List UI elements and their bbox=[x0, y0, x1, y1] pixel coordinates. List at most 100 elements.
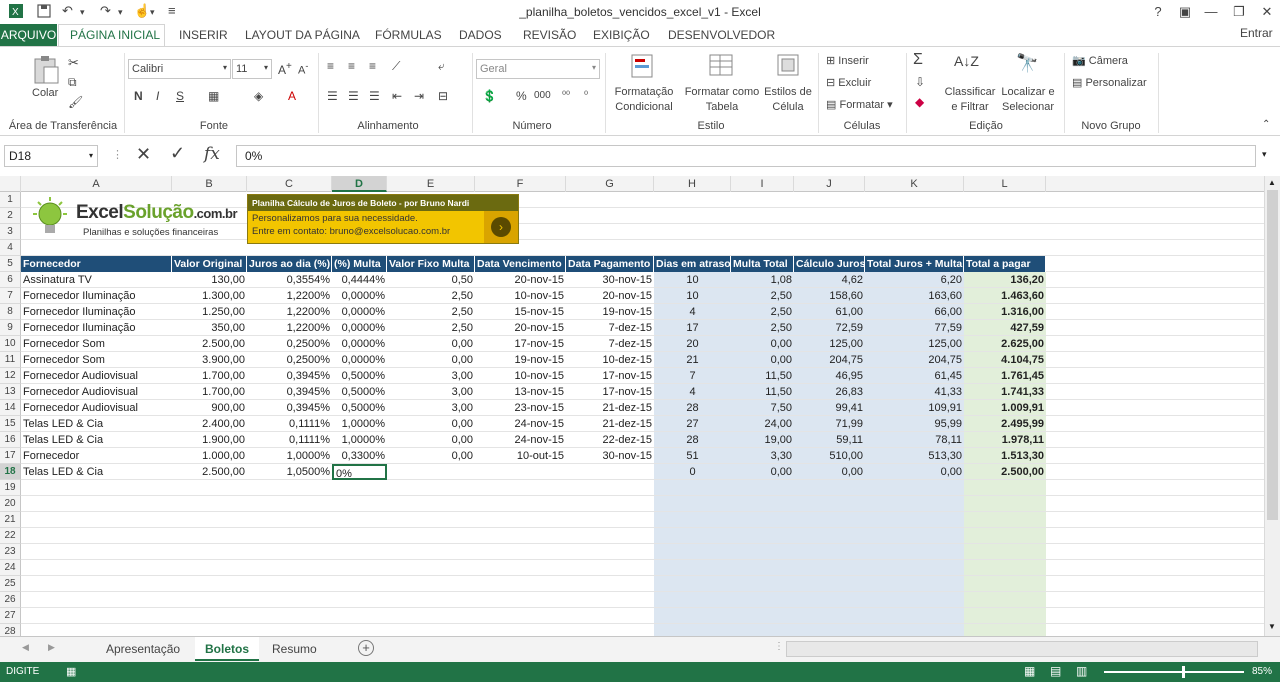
table-header-cell[interactable]: Juros ao dia (%) bbox=[247, 256, 332, 272]
table-cell[interactable]: 427,59 bbox=[964, 320, 1046, 336]
comma-style-button[interactable]: 000 bbox=[534, 90, 551, 101]
table-cell[interactable]: 130,00 bbox=[172, 272, 247, 288]
table-cell[interactable]: 10-nov-15 bbox=[475, 368, 566, 384]
table-cell[interactable]: 27 bbox=[654, 416, 731, 432]
table-cell[interactable]: 1.700,00 bbox=[172, 368, 247, 384]
row-header[interactable]: 11 bbox=[0, 352, 21, 368]
table-cell[interactable]: 0,1111% bbox=[247, 432, 332, 448]
table-cell[interactable]: 2.500,00 bbox=[172, 336, 247, 352]
table-cell[interactable]: 21 bbox=[654, 352, 731, 368]
row-header[interactable]: 24 bbox=[0, 560, 21, 576]
table-cell[interactable]: 1.700,00 bbox=[172, 384, 247, 400]
percent-style-button[interactable]: % bbox=[516, 89, 527, 103]
table-cell[interactable]: 0,00 bbox=[387, 432, 475, 448]
table-cell[interactable]: 19,00 bbox=[731, 432, 794, 448]
next-sheet-icon[interactable]: ▶ bbox=[48, 642, 55, 653]
font-color-icon[interactable]: A bbox=[288, 89, 296, 103]
table-cell[interactable]: 17 bbox=[654, 320, 731, 336]
contact-banner[interactable]: Planilha Cálculo de Juros de Boleto - po… bbox=[247, 194, 519, 244]
expand-formula-bar-icon[interactable]: ▾ bbox=[1262, 149, 1267, 160]
customize-button[interactable]: ▤ Personalizar bbox=[1072, 76, 1147, 89]
table-cell[interactable]: 13-nov-15 bbox=[475, 384, 566, 400]
table-cell[interactable]: 0,5000% bbox=[332, 384, 387, 400]
row-header[interactable]: 16 bbox=[0, 432, 21, 448]
column-header-j[interactable]: J bbox=[794, 176, 865, 192]
autosum-icon[interactable]: Σ bbox=[913, 51, 923, 69]
table-header-cell[interactable]: Data Pagamento bbox=[566, 256, 654, 272]
borders-icon[interactable]: ▦ bbox=[208, 89, 219, 103]
table-cell[interactable]: 2,50 bbox=[731, 288, 794, 304]
font-size-select[interactable]: 11 ▾ bbox=[232, 59, 272, 79]
column-header-g[interactable]: G bbox=[566, 176, 654, 192]
accounting-format-icon[interactable]: 💲 bbox=[482, 89, 497, 103]
page-break-view-icon[interactable]: ▥ bbox=[1076, 664, 1087, 678]
table-cell[interactable]: 71,99 bbox=[794, 416, 865, 432]
table-cell[interactable]: 7-dez-15 bbox=[566, 320, 654, 336]
banner-arrow-button[interactable]: › bbox=[484, 211, 518, 243]
row-header[interactable]: 23 bbox=[0, 544, 21, 560]
tab-page-layout[interactable]: LAYOUT DA PÁGINA bbox=[245, 28, 360, 42]
table-cell[interactable]: 1,0500% bbox=[247, 464, 332, 480]
table-cell[interactable]: 10-nov-15 bbox=[475, 288, 566, 304]
row-header[interactable]: 13 bbox=[0, 384, 21, 400]
table-cell[interactable]: 2.625,00 bbox=[964, 336, 1046, 352]
format-as-table-label[interactable]: Formatar como bbox=[682, 86, 762, 98]
find-select-icon[interactable]: 🔭 bbox=[1016, 53, 1038, 74]
table-cell[interactable]: 2.495,99 bbox=[964, 416, 1046, 432]
table-cell[interactable]: 28 bbox=[654, 400, 731, 416]
table-cell[interactable]: 1.000,00 bbox=[172, 448, 247, 464]
table-cell[interactable]: 0,00 bbox=[387, 352, 475, 368]
formula-input[interactable]: 0% bbox=[236, 145, 1256, 167]
clear-icon[interactable]: ◆ bbox=[915, 95, 924, 109]
format-painter-icon[interactable]: 🖌 bbox=[68, 95, 83, 109]
table-cell[interactable]: 3,00 bbox=[387, 384, 475, 400]
conditional-formatting-icon[interactable] bbox=[630, 53, 656, 82]
table-cell[interactable]: Fornecedor Audiovisual bbox=[21, 368, 172, 384]
table-cell[interactable]: 61,45 bbox=[865, 368, 964, 384]
collapse-ribbon-icon[interactable]: ⌃ bbox=[1262, 119, 1270, 130]
table-cell[interactable]: 1,2200% bbox=[247, 304, 332, 320]
table-cell[interactable]: 28 bbox=[654, 432, 731, 448]
row-header[interactable]: 5 bbox=[0, 256, 21, 272]
format-as-table-label-2[interactable]: Tabela bbox=[682, 101, 762, 113]
zoom-slider-thumb[interactable] bbox=[1182, 666, 1185, 678]
row-header[interactable]: 21 bbox=[0, 512, 21, 528]
table-cell[interactable]: 30-nov-15 bbox=[566, 272, 654, 288]
column-header-h[interactable]: H bbox=[654, 176, 731, 192]
table-cell[interactable]: 17-nov-15 bbox=[566, 368, 654, 384]
cell-styles-label-2[interactable]: Célula bbox=[760, 101, 816, 113]
table-cell[interactable]: 24-nov-15 bbox=[475, 432, 566, 448]
table-cell[interactable] bbox=[387, 464, 475, 480]
scroll-up-icon[interactable]: ▲ bbox=[1268, 178, 1276, 187]
increase-decimal-icon[interactable]: ⁰⁰ bbox=[562, 90, 570, 101]
table-cell[interactable]: 3.900,00 bbox=[172, 352, 247, 368]
conditional-formatting-label-2[interactable]: Condicional bbox=[611, 101, 677, 113]
table-header-cell[interactable]: Valor Original bbox=[172, 256, 247, 272]
close-icon[interactable]: ✕ bbox=[1254, 2, 1280, 22]
table-cell[interactable]: 66,00 bbox=[865, 304, 964, 320]
table-cell[interactable]: 0,00 bbox=[731, 352, 794, 368]
table-cell[interactable]: 20-nov-15 bbox=[475, 320, 566, 336]
table-header-cell[interactable]: Cálculo Juros bbox=[794, 256, 865, 272]
grow-font-icon[interactable]: A+ bbox=[278, 61, 292, 77]
table-cell[interactable]: 95,99 bbox=[865, 416, 964, 432]
fill-color-icon[interactable]: ◈ bbox=[254, 89, 263, 103]
table-cell[interactable]: Fornecedor bbox=[21, 448, 172, 464]
table-cell[interactable]: 1.900,00 bbox=[172, 432, 247, 448]
table-cell[interactable]: 30-nov-15 bbox=[566, 448, 654, 464]
tab-formulas[interactable]: FÓRMULAS bbox=[375, 28, 442, 42]
align-left-icon[interactable]: ☰ bbox=[327, 89, 338, 103]
row-header[interactable]: 2 bbox=[0, 208, 21, 224]
table-cell[interactable]: 0,00 bbox=[731, 464, 794, 480]
insert-cells-button[interactable]: ⊞ Inserir bbox=[826, 54, 869, 67]
table-header-cell[interactable]: Total Juros + Multa bbox=[865, 256, 964, 272]
table-cell[interactable]: 0,00 bbox=[794, 464, 865, 480]
cancel-entry-icon[interactable]: ✕ bbox=[136, 144, 151, 165]
table-cell[interactable]: Assinatura TV bbox=[21, 272, 172, 288]
name-box[interactable]: D18 ▾ bbox=[4, 145, 98, 167]
number-format-select[interactable]: Geral ▾ bbox=[476, 59, 600, 79]
table-cell[interactable]: 900,00 bbox=[172, 400, 247, 416]
table-cell[interactable]: Fornecedor Som bbox=[21, 352, 172, 368]
table-cell[interactable]: 1.513,30 bbox=[964, 448, 1046, 464]
table-cell[interactable]: 51 bbox=[654, 448, 731, 464]
